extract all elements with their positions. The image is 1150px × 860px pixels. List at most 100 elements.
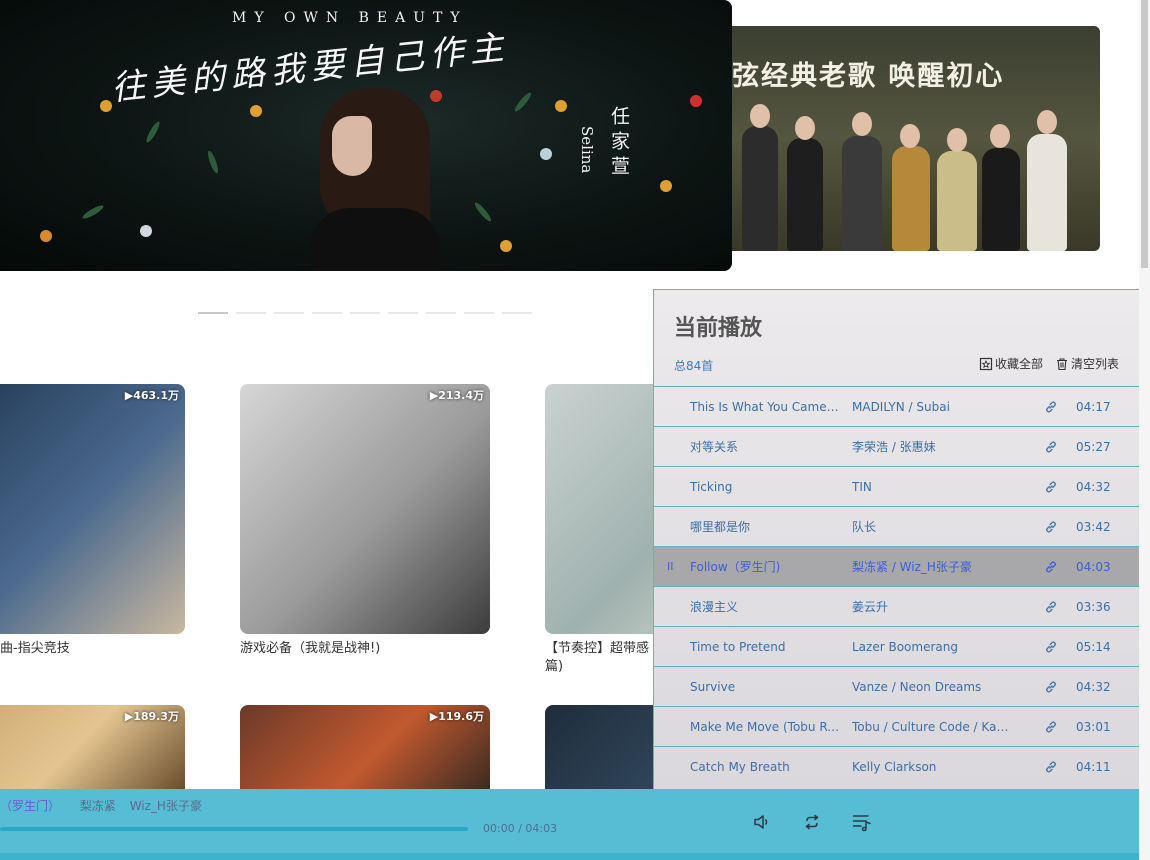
flower-decoration xyxy=(40,230,52,242)
banner-artist-en: Selina xyxy=(578,126,596,174)
song-artist[interactable]: 李荣浩 / 张惠妹 xyxy=(852,438,1012,455)
flower-decoration xyxy=(690,95,702,107)
song-duration: 05:27 xyxy=(1076,439,1111,454)
player-bar: （罗生门） 梨冻紧 Wiz_H张子豪 00:00 / 04:03 xyxy=(0,789,1144,860)
song-name: Follow（罗生门) xyxy=(690,560,781,574)
collect-all-button[interactable]: 收藏全部 xyxy=(979,355,1043,372)
slider-dot[interactable] xyxy=(236,312,266,314)
playlist-card[interactable]: ▶119.6万 xyxy=(240,705,490,789)
playlist-card[interactable]: ▶189.3万 xyxy=(0,705,185,789)
playlist-button[interactable] xyxy=(851,811,873,833)
song-row[interactable]: 浪漫主义 姜云升 03:36 xyxy=(654,586,1145,626)
page-scrollbar[interactable] xyxy=(1139,0,1150,860)
playlist-cover[interactable]: ▶119.6万 xyxy=(240,705,490,789)
volume-icon xyxy=(754,815,768,829)
link-icon[interactable] xyxy=(1044,400,1058,414)
slider-dot[interactable] xyxy=(502,312,532,314)
song-artist[interactable]: 队长 xyxy=(852,518,1012,535)
slider-dot[interactable] xyxy=(426,312,456,314)
song-row[interactable]: Ticking TIN 04:32 xyxy=(654,466,1145,506)
song-artist[interactable]: Kelly Clarkson xyxy=(852,760,1012,774)
playlist-cover[interactable]: ▶189.3万 xyxy=(0,705,185,789)
song-row[interactable]: Make Me Move (Tobu Re... Tobu / Culture C… xyxy=(654,706,1145,746)
song-duration: 04:17 xyxy=(1076,399,1111,414)
song-row[interactable]: Catch My Breath Kelly Clarkson 04:11 xyxy=(654,746,1145,786)
song-artist[interactable]: Lazer Boomerang xyxy=(852,640,1012,654)
playlist-title[interactable]: 游戏必备（我就是战神!) xyxy=(240,640,490,658)
link-icon[interactable] xyxy=(1044,560,1058,574)
flower-decoration xyxy=(540,148,552,160)
song-artist[interactable]: 姜云升 xyxy=(852,598,1012,615)
banner-side[interactable]: 弦经典老歌 唤醒初心 xyxy=(732,26,1100,251)
song-row[interactable]: Time to Pretend Lazer Boomerang 05:14 xyxy=(654,626,1145,666)
flower-decoration xyxy=(100,100,112,112)
person-figure xyxy=(787,138,823,251)
slider-dot[interactable] xyxy=(198,312,228,314)
banner-subtitle: MY OWN BEAUTY xyxy=(232,10,468,26)
banner-artist-cn: 任家萱 xyxy=(608,106,630,181)
playlist-cover[interactable]: ▶213.4万 xyxy=(240,384,490,634)
progress-bar[interactable] xyxy=(0,827,468,831)
pause-indicator-icon: II xyxy=(667,560,674,573)
leaf-decoration xyxy=(206,149,220,175)
time-display: 00:00 / 04:03 xyxy=(483,822,558,835)
song-artist[interactable]: Vanze / Neon Dreams xyxy=(852,680,1012,694)
banner-main[interactable]: MY OWN BEAUTY 往美的路我要自己作主 任家萱 Selina xyxy=(0,0,732,271)
link-icon[interactable] xyxy=(1044,640,1058,654)
now-playing-artist[interactable]: Wiz_H张子豪 xyxy=(130,799,202,813)
playlist-card[interactable]: ▶463.1万 技」超燃神曲-指尖竞技 xyxy=(0,384,185,658)
now-playing-title[interactable]: （罗生门） xyxy=(0,799,60,813)
play-count: ▶119.6万 xyxy=(429,710,484,723)
song-row[interactable]: 哪里都是你 队长 03:42 xyxy=(654,506,1145,546)
slider-dot[interactable] xyxy=(388,312,418,314)
person-figure xyxy=(892,146,930,251)
link-icon[interactable] xyxy=(1044,600,1058,614)
repeat-icon xyxy=(805,814,819,830)
song-name: Survive xyxy=(690,679,736,694)
link-icon[interactable] xyxy=(1044,520,1058,534)
song-duration: 05:14 xyxy=(1076,639,1111,654)
song-name: Ticking xyxy=(690,479,733,494)
scrollbar-thumb[interactable] xyxy=(1141,0,1148,268)
leaf-decoration xyxy=(512,90,534,114)
link-icon[interactable] xyxy=(1044,720,1058,734)
song-row[interactable]: Survive Vanze / Neon Dreams 04:32 xyxy=(654,666,1145,706)
link-icon[interactable] xyxy=(1044,440,1058,454)
person-figure xyxy=(937,151,977,251)
person-figure xyxy=(842,136,882,251)
song-row[interactable]: This Is What You Came For MADILYN / Subai… xyxy=(654,386,1145,426)
song-name: Make Me Move (Tobu Re... xyxy=(690,719,840,734)
link-icon[interactable] xyxy=(1044,760,1058,774)
slider-dot[interactable] xyxy=(464,312,494,314)
playlist-cover[interactable]: ▶463.1万 xyxy=(0,384,185,634)
link-icon[interactable] xyxy=(1044,680,1058,694)
person-head xyxy=(900,124,920,148)
playlist-icon xyxy=(852,815,871,832)
song-row[interactable]: II Follow（罗生门) 梨冻紧 / Wiz_H张子豪 04:03 xyxy=(654,546,1145,586)
song-count: 总84首 xyxy=(674,359,714,373)
slider-dot[interactable] xyxy=(350,312,380,314)
repeat-button[interactable] xyxy=(801,811,823,833)
song-row[interactable]: 对等关系 李荣浩 / 张惠妹 05:27 xyxy=(654,426,1145,466)
now-playing-artist[interactable]: 梨冻紧 xyxy=(80,799,116,813)
song-artist[interactable]: Tobu / Culture Code / Karra xyxy=(852,720,1012,734)
collect-all-label: 收藏全部 xyxy=(994,357,1043,371)
song-artist[interactable]: MADILYN / Subai xyxy=(852,400,1012,414)
play-count: ▶463.1万 xyxy=(124,389,179,402)
person-figure xyxy=(982,148,1020,251)
panel-actions: 收藏全部 清空列表 xyxy=(979,355,1119,372)
clear-list-button[interactable]: 清空列表 xyxy=(1055,355,1119,372)
banner-slogan: 弦经典老歌 唤醒初心 xyxy=(732,61,1005,92)
slider-dot[interactable] xyxy=(274,312,304,314)
song-artist[interactable]: TIN xyxy=(852,480,1012,494)
song-artist[interactable]: 梨冻紧 / Wiz_H张子豪 xyxy=(852,558,1012,575)
flower-decoration xyxy=(250,105,262,117)
panel-title: 当前播放 xyxy=(674,316,763,341)
slider-dot[interactable] xyxy=(312,312,342,314)
song-duration: 04:03 xyxy=(1076,559,1111,574)
playlist-title[interactable]: 技」超燃神曲-指尖竞技 xyxy=(0,640,185,658)
leaf-decoration xyxy=(472,200,494,224)
volume-button[interactable] xyxy=(751,811,773,833)
link-icon[interactable] xyxy=(1044,480,1058,494)
playlist-card[interactable]: ▶213.4万 游戏必备（我就是战神!) xyxy=(240,384,490,658)
